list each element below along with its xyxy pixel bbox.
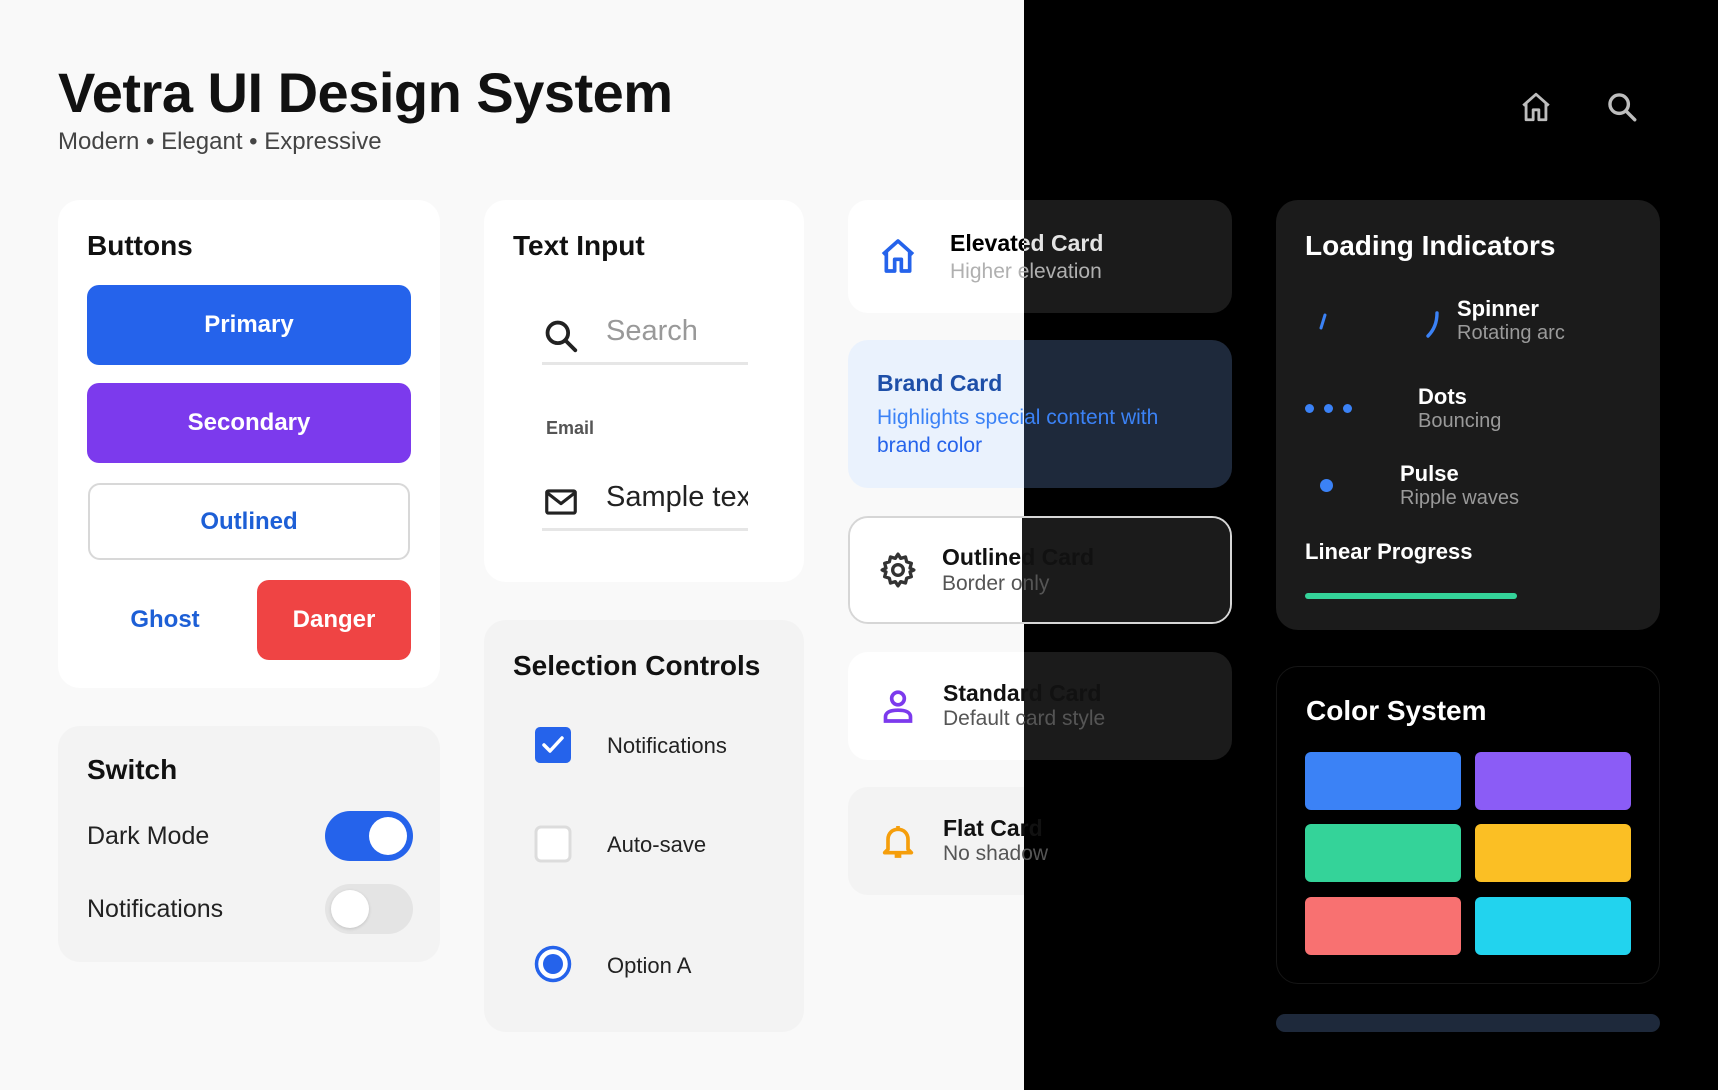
spinner-arc [1319, 313, 1327, 330]
selection-card-title: Selection Controls [513, 650, 761, 681]
spinner-arc-2 [1426, 311, 1439, 338]
dark-mode-label: Dark Mode [87, 822, 210, 850]
brand-card-line1: Highlights special content with [877, 406, 1159, 429]
text-input-card: Text Input Search Email Sample text [484, 200, 804, 582]
gear-icon [880, 552, 916, 588]
search-icon [545, 320, 578, 353]
notifications-label: Notifications [87, 895, 224, 923]
radio-selected[interactable] [534, 945, 572, 983]
email-field[interactable]: Sample text [542, 471, 748, 531]
swatch-green [1305, 824, 1461, 882]
bell-icon [882, 826, 914, 858]
radio-option-a-label: Option A [607, 953, 692, 978]
loading-indicators-card: Loading Indicators Spinner Rotating arc … [1276, 200, 1660, 630]
elevated-card[interactable]: Elevated Card Higher elevation [848, 200, 1232, 313]
dark-mode-toggle[interactable] [325, 811, 413, 861]
text-input-card-title: Text Input [513, 230, 645, 261]
loading-card-title: Loading Indicators [1305, 230, 1556, 261]
linear-progress-title: Linear Progress [1305, 539, 1473, 564]
elevated-card-subtitle: Higher elevation [950, 260, 1102, 283]
person-icon [883, 690, 913, 723]
search-input[interactable]: Search [542, 305, 748, 365]
email-label: Email [546, 418, 595, 438]
dot-1 [1305, 404, 1314, 413]
notifications-toggle[interactable] [325, 884, 413, 934]
color-system-title: Color System [1306, 695, 1487, 726]
primary-button[interactable]: Primary [87, 285, 411, 365]
secondary-button[interactable]: Secondary [87, 383, 411, 463]
switch-card-title: Switch [87, 754, 178, 785]
flat-card-title: Flat Card [943, 815, 1043, 841]
email-value: Sample text [606, 481, 748, 513]
page-subtitle: Modern • Elegant • Expressive [58, 128, 382, 155]
linear-progress-track [1305, 593, 1517, 599]
page-title: Vetra UI Design System [58, 61, 673, 124]
spinner-subtitle: Rotating arc [1457, 322, 1565, 344]
flat-card-subtitle: No shadow [943, 842, 1049, 865]
search-icon[interactable] [1605, 90, 1639, 124]
swatch-purple [1475, 752, 1631, 810]
color-system-card: Color System [1276, 666, 1660, 984]
buttons-card-title: Buttons [87, 230, 193, 261]
standard-card-title: Standard Card [943, 680, 1102, 706]
search-placeholder: Search [606, 315, 698, 347]
home-icon [881, 239, 915, 273]
swatch-yellow [1475, 824, 1631, 882]
ghost-button[interactable]: Ghost [87, 580, 243, 660]
pulse-subtitle: Ripple waves [1400, 487, 1519, 509]
checkbox-autosave-label: Auto-save [607, 832, 707, 857]
mail-icon [545, 489, 577, 515]
elevated-card-title: Elevated Card [950, 230, 1104, 256]
switch-card: Switch Dark Mode Notifications [58, 726, 440, 962]
outlined-card[interactable]: Outlined Card Border only [848, 516, 1232, 624]
standard-card[interactable]: Standard Card Default card style [848, 652, 1232, 760]
pulse-dot [1320, 479, 1333, 492]
selection-controls-card: Selection Controls Notifications Auto-sa… [484, 620, 804, 1032]
danger-button[interactable]: Danger [257, 580, 411, 660]
checkbox-unchecked[interactable] [534, 825, 572, 863]
swatch-cyan [1475, 897, 1631, 955]
swatch-red [1305, 897, 1461, 955]
brand-card-line2: brand color [877, 434, 983, 457]
spinner-title: Spinner [1457, 296, 1539, 321]
brand-card[interactable]: Brand Card Highlights special content wi… [848, 340, 1232, 488]
bottom-bar [1276, 1014, 1660, 1032]
linear-progress-fill [1305, 593, 1517, 599]
pulse-title: Pulse [1400, 461, 1459, 486]
buttons-card: Buttons Primary Secondary Outlined Ghost… [58, 200, 440, 688]
brand-card-title: Brand Card [877, 370, 1003, 396]
outlined-card-subtitle: Border only [942, 572, 1050, 595]
outlined-card-title: Outlined Card [942, 544, 1095, 570]
swatch-blue [1305, 752, 1461, 810]
home-icon[interactable] [1519, 90, 1553, 124]
checkbox-notifications-label: Notifications [607, 733, 727, 758]
dot-3 [1343, 404, 1352, 413]
dot-2 [1324, 404, 1333, 413]
checkbox-checked[interactable] [534, 726, 572, 764]
flat-card[interactable]: Flat Card No shadow [848, 787, 1232, 895]
dots-title: Dots [1418, 384, 1467, 409]
standard-card-subtitle: Default card style [943, 707, 1106, 730]
dots-subtitle: Bouncing [1418, 410, 1502, 432]
outlined-button[interactable]: Outlined [88, 483, 410, 560]
